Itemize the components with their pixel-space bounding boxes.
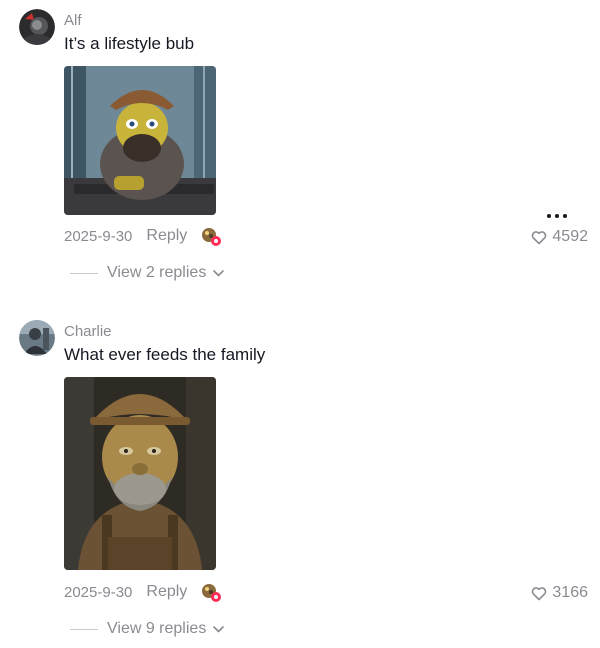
divider-line	[70, 272, 98, 274]
comment-meta: 2025-9-30 Reply	[64, 225, 222, 247]
comment-image[interactable]	[64, 66, 216, 215]
chevron-down-icon	[213, 625, 225, 632]
comment-date: 2025-9-30	[64, 227, 133, 245]
like-count: 4592	[552, 228, 588, 245]
emoji-reaction-icon[interactable]	[200, 225, 222, 247]
view-replies-label: View 2 replies	[107, 264, 207, 281]
comment-username[interactable]: Alf	[64, 12, 82, 29]
like-button[interactable]: 3166	[531, 584, 588, 602]
view-replies-button[interactable]: View 9 replies	[70, 620, 225, 638]
comment-image[interactable]	[64, 377, 216, 570]
chevron-down-icon	[213, 269, 225, 276]
emoji-reaction-icon[interactable]	[200, 581, 222, 603]
view-replies-button[interactable]: View 2 replies	[70, 264, 225, 282]
comment-text: What ever feeds the family	[64, 345, 266, 364]
divider-line	[70, 628, 98, 630]
avatar[interactable]	[19, 320, 55, 356]
heart-icon	[532, 586, 547, 600]
reply-button[interactable]: Reply	[146, 583, 187, 601]
heart-icon	[532, 230, 547, 244]
like-button[interactable]: 4592	[531, 228, 588, 246]
more-options-icon[interactable]	[546, 211, 570, 221]
comment-text: It’s a lifestyle bub	[64, 34, 195, 53]
like-count: 3166	[552, 584, 588, 601]
comment-meta: 2025-9-30 Reply	[64, 581, 222, 603]
comment-date: 2025-9-30	[64, 583, 133, 601]
view-replies-label: View 9 replies	[107, 620, 207, 637]
avatar[interactable]	[19, 9, 55, 45]
comment-username[interactable]: Charlie	[64, 323, 112, 340]
reply-button[interactable]: Reply	[146, 227, 187, 245]
